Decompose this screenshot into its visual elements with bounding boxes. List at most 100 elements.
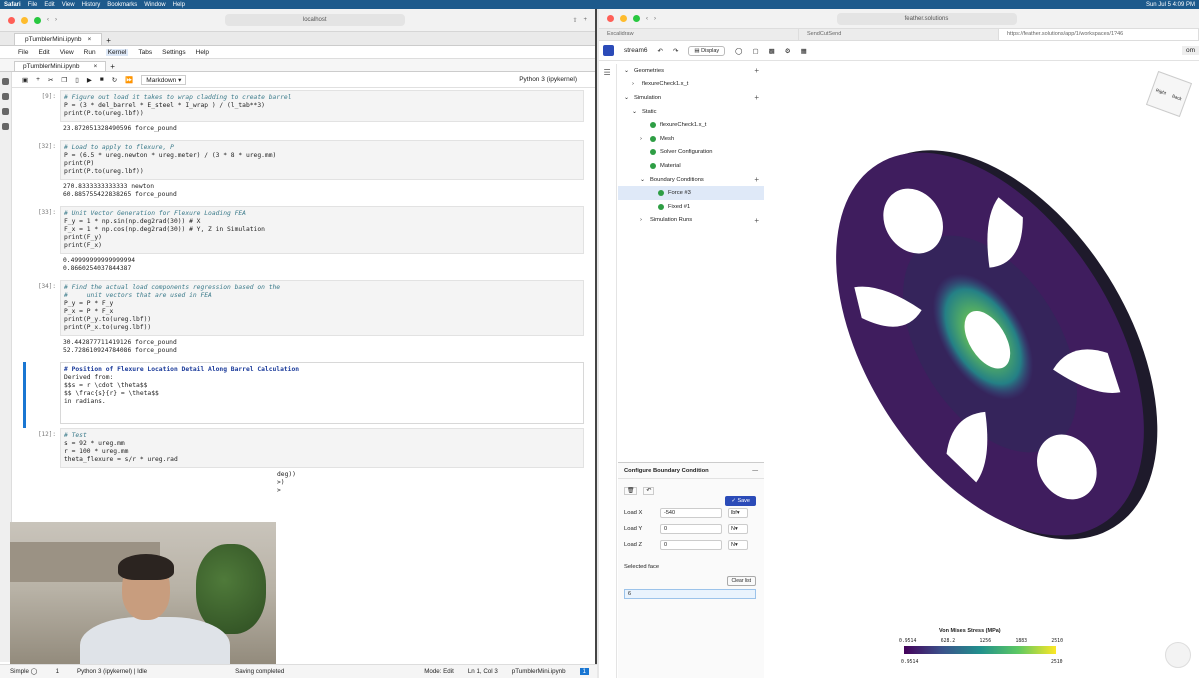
chevron-right-icon[interactable]: ›	[640, 136, 646, 142]
add-icon[interactable]: +	[754, 175, 759, 184]
forward-icon[interactable]: ›	[654, 16, 656, 22]
tab-excalidraw[interactable]: Excalidraw	[599, 29, 799, 40]
grid-icon[interactable]: ▦	[801, 47, 807, 55]
chat-bubble-icon[interactable]	[1165, 642, 1191, 668]
stress-plot[interactable]	[765, 64, 1199, 624]
cell-type-select[interactable]: Markdown ▾	[141, 74, 187, 85]
settings-icon[interactable]: ⚙	[785, 47, 791, 55]
zoom-window-button[interactable]	[633, 15, 640, 22]
tree-toggle-icon[interactable]: ☰	[604, 68, 612, 77]
add-icon[interactable]: +	[754, 93, 759, 102]
stream-name[interactable]: stream6	[624, 47, 647, 54]
add-icon[interactable]: +	[754, 66, 759, 75]
close-icon[interactable]: ×	[87, 36, 91, 43]
menu-file[interactable]: File	[18, 49, 28, 56]
menu-run[interactable]: Run	[84, 49, 96, 56]
redo-icon[interactable]: ↷	[673, 47, 678, 55]
menu-kernel[interactable]: Kernel	[105, 48, 129, 56]
paste-icon[interactable]: ▯	[75, 76, 79, 84]
chevron-down-icon[interactable]: ⌄	[624, 68, 630, 74]
cut-icon[interactable]: ✂	[48, 76, 53, 84]
markdown-cell[interactable]: # Position of Flexure Location Detail Al…	[14, 362, 584, 428]
menubar-window[interactable]: Window	[144, 2, 165, 8]
tree-node[interactable]: › Simulation Runs +	[618, 214, 764, 228]
chart-icon[interactable]: ▩	[769, 47, 775, 55]
notebook-tab[interactable]: pTumblerMini.ipynb ×	[14, 61, 107, 71]
menubar-file[interactable]: File	[28, 2, 38, 8]
share-icon[interactable]: ⇧	[572, 17, 577, 24]
browser-tab[interactable]: pTumblerMini.ipynb ×	[14, 33, 103, 45]
collapse-icon[interactable]: —	[752, 468, 758, 474]
undo-icon[interactable]: ↶	[643, 487, 655, 495]
cell-input[interactable]: # Unit Vector Generation for Flexure Loa…	[60, 206, 584, 254]
close-window-button[interactable]	[607, 15, 614, 22]
tab-sendcutsend[interactable]: SendCutSend	[799, 29, 999, 40]
load-y-input[interactable]: 0	[660, 524, 722, 534]
add-tab-icon[interactable]: +	[110, 62, 115, 71]
tree-node[interactable]: Solver Configuration	[618, 146, 764, 160]
tab-feather[interactable]: https://feather.solutions/app/1/workspac…	[999, 29, 1199, 40]
cell-input[interactable]: # Find the actual load components regres…	[60, 280, 584, 336]
chevron-down-icon[interactable]: ⌄	[624, 95, 630, 101]
load-z-input[interactable]: 0	[660, 540, 722, 550]
tree-node[interactable]: ⌄ Simulation +	[618, 91, 764, 105]
menubar-edit[interactable]: Edit	[44, 2, 54, 8]
menubar-clock[interactable]: Sun Jul 5 4:09 PM	[1146, 2, 1195, 8]
display-button[interactable]: ▤ Display	[688, 45, 726, 56]
menu-tabs[interactable]: Tabs	[138, 49, 152, 56]
restart-icon[interactable]: ↻	[112, 76, 117, 84]
close-window-button[interactable]	[8, 16, 15, 24]
code-cell[interactable]: [34]: # Find the actual load components …	[14, 280, 584, 358]
cell-input[interactable]: # Figure out load it takes to wrap cladd…	[60, 90, 584, 122]
save-icon[interactable]: ▣	[22, 76, 28, 84]
load-x-input[interactable]: -540	[660, 508, 722, 518]
fea-viewport[interactable]: Right Back	[765, 64, 1199, 678]
menu-view[interactable]: View	[60, 49, 74, 56]
tree-node[interactable]: › flexureCheck1.x_t	[618, 78, 764, 92]
load-y-unit-select[interactable]: N▾	[728, 524, 748, 534]
cell-input[interactable]: # Test s = 92 * ureg.mm r = 100 * ureg.mm t…	[60, 428, 584, 468]
cursor-position[interactable]: Ln 1, Col 3	[468, 668, 498, 675]
add-cell-icon[interactable]: +	[36, 76, 40, 83]
chevron-right-icon[interactable]: ›	[640, 217, 646, 223]
new-tab-icon[interactable]: +	[583, 17, 587, 23]
view-cube-left[interactable]: Right	[1155, 87, 1167, 95]
tree-node[interactable]: ⌄ Boundary Conditions +	[618, 173, 764, 187]
minimize-window-button[interactable]	[21, 16, 28, 24]
kernel-status[interactable]: Python 3 (ipykernel) | Idle	[77, 668, 147, 675]
notification-badge[interactable]: 1	[579, 668, 589, 675]
tree-node[interactable]: Force #3	[618, 186, 764, 200]
address-bar[interactable]: localhost	[224, 14, 405, 26]
user-avatar[interactable]: om	[1181, 46, 1199, 55]
running-icon[interactable]	[2, 93, 9, 100]
chevron-down-icon[interactable]: ⌄	[640, 177, 646, 183]
clear-list-button[interactable]: Clear list	[726, 576, 756, 586]
extensions-icon[interactable]	[2, 123, 9, 130]
copy-icon[interactable]: ❐	[61, 76, 67, 84]
markdown-editor[interactable]: # Position of Flexure Location Detail Al…	[60, 362, 584, 424]
menubar-bookmarks[interactable]: Bookmarks	[107, 2, 137, 8]
tree-node[interactable]: Fixed #1	[618, 200, 764, 214]
tree-node[interactable]: flexureCheck1.x_t	[618, 118, 764, 132]
undo-icon[interactable]: ↶	[657, 47, 662, 55]
kernel-indicator[interactable]: Python 3 (ipykernel)	[519, 76, 577, 83]
menubar-history[interactable]: History	[82, 2, 101, 8]
load-z-unit-select[interactable]: N▾	[728, 540, 748, 550]
menu-help[interactable]: Help	[196, 49, 209, 56]
save-button[interactable]: ✓ Save	[725, 496, 756, 506]
menu-settings[interactable]: Settings	[162, 49, 186, 56]
run-all-icon[interactable]: ⏩	[125, 76, 133, 84]
run-icon[interactable]: ▶	[87, 76, 92, 84]
load-x-unit-select[interactable]: lbf▾	[728, 508, 748, 518]
minimize-window-button[interactable]	[620, 15, 627, 22]
tree-node[interactable]: ⌄ Geometries +	[618, 64, 764, 78]
add-icon[interactable]: +	[754, 216, 759, 225]
back-icon[interactable]: ‹	[47, 17, 49, 23]
view-icon[interactable]: ◯	[735, 47, 742, 55]
address-bar[interactable]: feather.solutions	[836, 12, 1017, 25]
folder-icon[interactable]	[2, 78, 9, 85]
tree-node[interactable]: Material	[618, 159, 764, 173]
simple-mode-toggle[interactable]: Simple ◯	[10, 668, 38, 675]
view-cube-right[interactable]: Back	[1172, 93, 1183, 101]
stop-icon[interactable]: ■	[100, 76, 104, 83]
